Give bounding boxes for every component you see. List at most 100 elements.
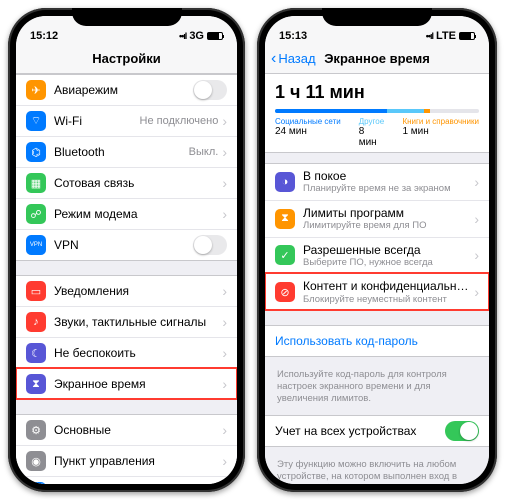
chevron-right-icon: › [222,376,227,392]
legend-item: Книги и справочники1 мин [402,117,479,148]
passcode-note: Используйте код-пароль для контроля наст… [265,365,489,415]
chevron-left-icon: ‹ [271,51,276,67]
row-subtitle: Планируйте время не за экраном [303,183,474,194]
legend-item: Социальные сети24 мин [275,117,341,148]
battery-icon [459,32,475,40]
chevron-right-icon: › [222,314,227,330]
applimits-icon: ⧗ [275,209,295,229]
airplane-icon: ✈ [26,80,46,100]
screentime-row[interactable]: ⧗Экранное время› [16,368,237,399]
wifi-icon: ⌔ [26,111,46,131]
applimits-row[interactable]: ⧗ Лимиты программЛимитируйте время для ПО… [265,200,489,237]
usage-bar [275,109,479,113]
row-label: Лимиты программ [303,206,474,220]
allowed-icon: ✓ [275,245,295,265]
screen-settings: 15:12 ••ıl 3G Настройки ✈Авиарежим⌔Wi-Fi… [16,16,237,484]
dnd-row[interactable]: ☾Не беспокоить› [16,337,237,368]
navbar: ‹ Назад Экранное время [265,44,489,74]
row-subtitle: Выберите ПО, нужное всегда [303,257,474,268]
back-label: Назад [278,51,315,66]
chevron-right-icon: › [474,211,479,227]
total-time: 1 ч 11 мин [275,82,479,103]
row-subtitle: Лимитируйте время для ПО [303,220,474,231]
battery-icon [207,32,223,40]
vpn-toggle[interactable] [193,235,227,255]
phone-right: 15:13 ••ıl LTE ‹ Назад Экранное время 1 … [257,8,497,492]
notifications-icon: ▭ [26,281,46,301]
usage-segment [387,109,424,113]
downtime-icon: ◑ [275,172,295,192]
content-row[interactable]: ⊘ Контент и конфиденциальностьБлокируйте … [265,273,489,310]
row-label: Авиарежим [54,83,193,97]
wifi-row[interactable]: ⌔ Wi-FiНе подключено› [16,105,237,136]
row-subtitle: Блокируйте неуместный контент [303,294,474,305]
chevron-right-icon: › [222,283,227,299]
bluetooth-icon: ⌬ [26,142,46,162]
row-label: Разрешенные всегда [303,243,474,257]
notifications-row[interactable]: ▭ Уведомления› [16,276,237,306]
downtime-row[interactable]: ◑ В покоеПланируйте время не за экраном› [265,164,489,200]
display-row[interactable]: AЭкран и яркость› [16,476,237,484]
row-label: Сотовая связь [54,176,222,190]
row-label: В покое [303,169,474,183]
hotspot-icon: ☍ [26,204,46,224]
legend-item: Другое8 мин [359,117,385,148]
row-label: Уведомления [54,284,222,298]
row-label: Не беспокоить [54,346,222,360]
sharing-note: Эту функцию можно включить на любом устр… [265,455,489,484]
navbar: Настройки [16,44,237,74]
screen-screentime: 15:13 ••ıl LTE ‹ Назад Экранное время 1 … [265,16,489,484]
vpn-row[interactable]: VPN VPN [16,229,237,260]
general-row[interactable]: ⚙Основные› [16,415,237,445]
status-time: 15:12 [30,30,58,42]
row-label: Bluetooth [54,145,189,159]
allowed-row[interactable]: ✓ Разрешенные всегдаВыберите ПО, нужное в… [265,237,489,274]
row-detail: Не подключено [140,115,219,127]
row-label: Экранное время [54,377,222,391]
usage-legend: Социальные сети24 мин Другое8 мин Книги и … [275,117,479,148]
use-passcode-link[interactable]: Использовать код-пароль [265,326,489,356]
airplane-row[interactable]: ✈ Авиарежим [16,75,237,105]
bluetooth-row[interactable]: ⌬ BluetoothВыкл.› [16,136,237,167]
page-title: Настройки [92,51,161,66]
network-label: 3G [189,30,204,42]
screentime-list[interactable]: ◑В покоеПланируйте время не за экраном›⧗… [265,163,489,484]
vpn-icon: VPN [26,235,46,255]
notch [72,8,182,26]
chevron-right-icon: › [222,144,227,160]
chevron-right-icon: › [222,206,227,222]
controlcenter-row[interactable]: ◉Пункт управления› [16,445,237,476]
chevron-right-icon: › [474,174,479,190]
usage-segment [424,109,430,113]
back-button[interactable]: ‹ Назад [271,51,316,67]
share-across-devices-row[interactable]: Учет на всех устройствах [265,416,489,446]
row-label: Wi-Fi [54,114,140,128]
cellular-icon: ▦ [26,173,46,193]
row-detail: Выкл. [189,146,219,158]
sounds-row[interactable]: ♪Звуки, тактильные сигналы› [16,306,237,337]
row-label: Контент и конфиденциальность [303,279,474,293]
content-icon: ⊘ [275,282,295,302]
cellular-row[interactable]: ▦ Сотовая связь› [16,167,237,198]
chevron-right-icon: › [474,247,479,263]
chevron-right-icon: › [222,113,227,129]
signal-icon: ••ıl [426,31,433,41]
chevron-right-icon: › [222,175,227,191]
notch [322,8,432,26]
chevron-right-icon: › [474,284,479,300]
row-label: VPN [54,238,193,252]
row-label: Основные [54,423,222,437]
row-label: Звуки, тактильные сигналы [54,315,222,329]
chevron-right-icon: › [222,453,227,469]
airplane-toggle[interactable] [193,80,227,100]
screentime-summary[interactable]: 1 ч 11 мин Социальные сети24 мин Другое8 … [265,74,489,153]
general-icon: ⚙ [26,420,46,440]
display-icon: A [26,482,46,484]
share-toggle[interactable] [445,421,479,441]
phone-left: 15:12 ••ıl 3G Настройки ✈Авиарежим⌔Wi-Fi… [8,8,245,492]
dnd-icon: ☾ [26,343,46,363]
controlcenter-icon: ◉ [26,451,46,471]
settings-list[interactable]: ✈Авиарежим⌔Wi-FiНе подключено›⌬Bluetooth… [16,74,237,484]
hotspot-row[interactable]: ☍Режим модема› [16,198,237,229]
status-time: 15:13 [279,30,307,42]
